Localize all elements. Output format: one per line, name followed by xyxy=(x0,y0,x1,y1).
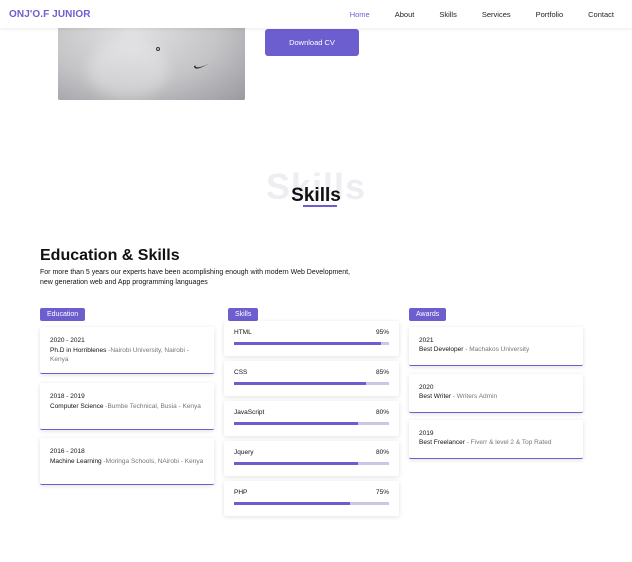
awards-badge: Awards xyxy=(409,308,447,321)
skill-card-html: HTML 95% xyxy=(224,321,399,356)
education-skills-heading: Education & Skills xyxy=(40,247,180,264)
skill-name: CSS xyxy=(234,369,248,376)
shirt-button xyxy=(156,47,160,51)
award-detail: Best Writer - Writers Admin xyxy=(419,393,498,400)
navbar: ONJ'O.F JUNIOR Home About Skills Service… xyxy=(0,0,632,28)
nav-link-contact[interactable]: Contact xyxy=(588,10,614,19)
skill-progress-fill xyxy=(234,502,351,505)
education-card: 2016 - 2018 Machine Learning -Moringa Sc… xyxy=(40,438,214,485)
skill-progress-track xyxy=(234,462,389,465)
award-card: 2021 Best Developer - Machakos Universit… xyxy=(409,327,583,366)
education-years: 2020 - 2021 xyxy=(50,337,85,344)
education-detail: Computer Science -Bumbe Technical, Busia… xyxy=(50,403,201,410)
skills-badge: Skills xyxy=(228,308,259,321)
skill-percent: 85% xyxy=(375,369,389,376)
download-cv-button[interactable]: Download CV xyxy=(265,29,359,56)
nav-links: Home About Skills Services Portfolio Con… xyxy=(325,10,614,19)
award-year: 2021 xyxy=(419,337,434,344)
nav-link-home[interactable]: Home xyxy=(350,10,370,19)
site-logo[interactable]: ONJ'O.F JUNIOR xyxy=(9,9,91,20)
nav-link-portfolio[interactable]: Portfolio xyxy=(536,10,564,19)
skill-card-jquery: Jquery 80% xyxy=(224,441,399,476)
nike-swoosh-icon xyxy=(193,63,210,69)
skill-card-php: PHP 75% xyxy=(224,481,399,516)
education-skills-description: For more than 5 years our experts have b… xyxy=(40,269,350,286)
nav-link-skills[interactable]: Skills xyxy=(439,10,457,19)
skill-progress-fill xyxy=(234,342,382,345)
education-years: 2018 - 2019 xyxy=(50,393,85,400)
skill-progress-fill xyxy=(234,462,358,465)
skill-progress-fill xyxy=(234,422,358,425)
education-card: 2018 - 2019 Computer Science -Bumbe Tech… xyxy=(40,383,214,430)
title-underline xyxy=(303,205,337,207)
skill-name: HTML xyxy=(234,329,252,336)
education-card: 2020 - 2021 Ph.D in Horriblenes -Nairobi… xyxy=(40,327,214,374)
skill-percent: 80% xyxy=(375,409,389,416)
skill-card-css: CSS 85% xyxy=(224,361,399,396)
skill-name: JavaScript xyxy=(234,409,265,416)
skill-name: PHP xyxy=(234,489,248,496)
skill-progress-track xyxy=(234,342,389,345)
award-card: 2020 Best Writer - Writers Admin xyxy=(409,374,583,413)
award-detail: Best Developer - Machakos University xyxy=(419,346,530,353)
skill-progress-track xyxy=(234,502,389,505)
skill-progress-fill xyxy=(234,382,366,385)
skill-percent: 80% xyxy=(375,449,389,456)
skill-card-javascript: JavaScript 80% xyxy=(224,401,399,436)
education-badge: Education xyxy=(40,308,86,321)
skill-name: Jquery xyxy=(234,449,254,456)
nav-link-about[interactable]: About xyxy=(395,10,415,19)
skill-progress-track xyxy=(234,422,389,425)
award-card: 2019 Best Freelancer - Fiverr & level 2 … xyxy=(409,420,583,459)
skill-progress-track xyxy=(234,382,389,385)
award-year: 2019 xyxy=(419,430,434,437)
skill-percent: 95% xyxy=(375,329,389,336)
section-title: Skills xyxy=(291,185,341,206)
award-detail: Best Freelancer - Fiverr & level 2 & Top… xyxy=(419,439,552,446)
education-detail: Ph.D in Horriblenes -Nairobi University,… xyxy=(50,347,189,363)
education-detail: Machine Learning -Moringa Schools, NAiro… xyxy=(50,458,204,465)
education-years: 2016 - 2018 xyxy=(50,448,85,455)
award-year: 2020 xyxy=(419,384,434,391)
skill-percent: 75% xyxy=(375,489,389,496)
nav-link-services[interactable]: Services xyxy=(482,10,511,19)
